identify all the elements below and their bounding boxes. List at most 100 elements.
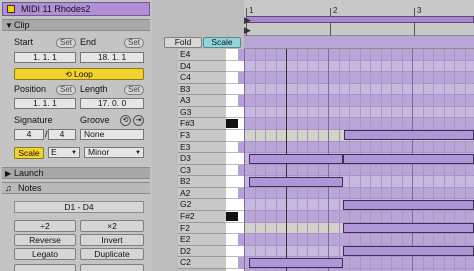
launch-title: Launch xyxy=(14,168,44,178)
fold-button[interactable]: Fold xyxy=(164,37,202,48)
scale-toggle-button[interactable]: Scale xyxy=(14,147,44,159)
key-select[interactable]: E ▼ xyxy=(48,147,80,158)
midi-note[interactable] xyxy=(344,130,474,141)
piano-black-key[interactable] xyxy=(226,119,238,129)
note-name-b2: B2 xyxy=(178,176,226,188)
notes-title: Notes xyxy=(18,183,42,193)
piano-key[interactable] xyxy=(226,72,244,84)
note-name-a2: A2 xyxy=(178,187,226,200)
halve-button[interactable]: ÷2 xyxy=(14,220,76,232)
loop-brace[interactable] xyxy=(246,16,474,23)
collapse-triangle-icon[interactable]: ▼ xyxy=(5,21,13,30)
midi-note[interactable] xyxy=(249,176,343,187)
start-field[interactable]: 1. 1. 1 xyxy=(14,52,76,63)
note-name-d2: D2 xyxy=(178,245,226,258)
expand-triangle-icon[interactable]: ▶ xyxy=(5,169,11,178)
piano-key[interactable] xyxy=(226,129,244,142)
piano-key[interactable] xyxy=(226,187,244,200)
note-name-gutter xyxy=(155,49,178,271)
piano-key[interactable] xyxy=(226,60,244,73)
grid-line xyxy=(244,49,245,271)
end-field[interactable]: 18. 1. 1 xyxy=(80,52,144,63)
clip-name: MIDI 11 Rhodes2 xyxy=(21,4,91,14)
scale-highlight-button[interactable]: Scale xyxy=(203,37,241,48)
loop-label: Loop xyxy=(74,69,93,79)
clip-activator-toggle[interactable] xyxy=(7,5,15,13)
double-button[interactable]: ×2 xyxy=(80,220,144,232)
piano-key[interactable] xyxy=(226,153,244,165)
ruler-label-3: 3 xyxy=(417,6,422,15)
cropped-button-right[interactable] xyxy=(80,264,144,271)
piano-key[interactable] xyxy=(226,95,244,107)
end-label: End xyxy=(80,37,97,47)
midi-note[interactable] xyxy=(343,223,474,234)
signature-numerator-field[interactable]: 4 xyxy=(14,129,44,140)
midi-note[interactable] xyxy=(343,153,474,164)
note-name-fsharp2: F#2 xyxy=(178,210,226,223)
note-name-c3: C3 xyxy=(178,164,226,177)
note-name-e3: E3 xyxy=(178,141,226,154)
clip-section-header[interactable]: ▼ Clip xyxy=(2,19,150,31)
grid-header-strip xyxy=(244,36,474,49)
start-label: Start xyxy=(14,37,34,47)
piano-key[interactable] xyxy=(226,245,244,258)
ruler-label-1: 1 xyxy=(249,6,254,15)
notes-section-header[interactable]: ♫ Notes xyxy=(2,182,150,194)
loop-icon: ⟲ xyxy=(65,70,74,79)
piano-key[interactable] xyxy=(226,106,244,119)
position-set-button[interactable]: Set xyxy=(56,85,76,95)
piano-key[interactable] xyxy=(226,164,244,177)
clip-panel: MIDI 11 Rhodes2 ▼ Clip Start Set End Set… xyxy=(0,0,152,271)
midi-note[interactable] xyxy=(343,246,474,257)
duplicate-button[interactable]: Duplicate xyxy=(80,248,144,260)
midi-note-editor: 1 2 3 ▶ ▶ Fold Scale ♪ E4D4C4B3A3G3F#3F3… xyxy=(152,0,474,271)
midi-note[interactable] xyxy=(249,257,343,268)
note-range-display[interactable]: D1 - D4 xyxy=(14,201,144,213)
groove-commit-icon[interactable]: ⇥ xyxy=(133,115,144,126)
midi-note[interactable] xyxy=(343,199,474,210)
length-set-button[interactable]: Set xyxy=(124,85,144,95)
note-name-c2: C2 xyxy=(178,257,226,269)
groove-label: Groove xyxy=(80,115,110,125)
piano-key[interactable] xyxy=(226,234,244,246)
editor-corner xyxy=(155,0,244,36)
reverse-button[interactable]: Reverse xyxy=(14,234,76,246)
groove-select[interactable]: None xyxy=(80,129,144,140)
start-marker-icon[interactable]: ▶ xyxy=(244,25,251,36)
loop-button[interactable]: ⟲ Loop xyxy=(14,68,144,80)
signature-label: Signature xyxy=(14,115,53,125)
signature-denominator-field[interactable]: 4 xyxy=(48,129,76,140)
key-value: E xyxy=(51,147,57,157)
piano-key[interactable] xyxy=(226,257,244,269)
piano-keyboard[interactable] xyxy=(226,49,244,271)
invert-button[interactable]: Invert xyxy=(80,234,144,246)
launch-section-header[interactable]: ▶ Launch xyxy=(2,167,150,179)
clip-section-title: Clip xyxy=(14,20,30,30)
length-label: Length xyxy=(80,84,108,94)
groove-hot-swap-icon[interactable]: ⟲ xyxy=(120,115,131,126)
midi-note[interactable] xyxy=(249,153,343,164)
piano-key[interactable] xyxy=(226,210,244,223)
note-name-c4: C4 xyxy=(178,72,226,84)
end-set-button[interactable]: Set xyxy=(124,38,144,48)
position-label: Position xyxy=(14,84,47,94)
piano-key[interactable] xyxy=(226,83,244,96)
piano-key[interactable] xyxy=(226,49,244,61)
start-set-button[interactable]: Set xyxy=(56,38,76,48)
mode-select[interactable]: Minor ▼ xyxy=(84,147,144,158)
piano-key[interactable] xyxy=(226,118,244,130)
piano-black-key[interactable] xyxy=(226,211,238,221)
piano-key[interactable] xyxy=(226,199,244,211)
legato-button[interactable]: Legato xyxy=(14,248,76,260)
clip-title-bar[interactable]: MIDI 11 Rhodes2 xyxy=(2,2,150,16)
piano-key[interactable] xyxy=(226,222,244,235)
cropped-button-left[interactable] xyxy=(14,264,76,271)
piano-key[interactable] xyxy=(226,176,244,188)
position-field[interactable]: 1. 1. 1 xyxy=(14,98,76,109)
length-field[interactable]: 17. 0. 0 xyxy=(80,98,144,109)
note-grid[interactable] xyxy=(244,49,474,271)
note-name-e4: E4 xyxy=(178,49,226,61)
piano-key[interactable] xyxy=(226,141,244,154)
note-name-e2: E2 xyxy=(178,234,226,246)
chevron-down-icon: ▼ xyxy=(135,150,141,156)
